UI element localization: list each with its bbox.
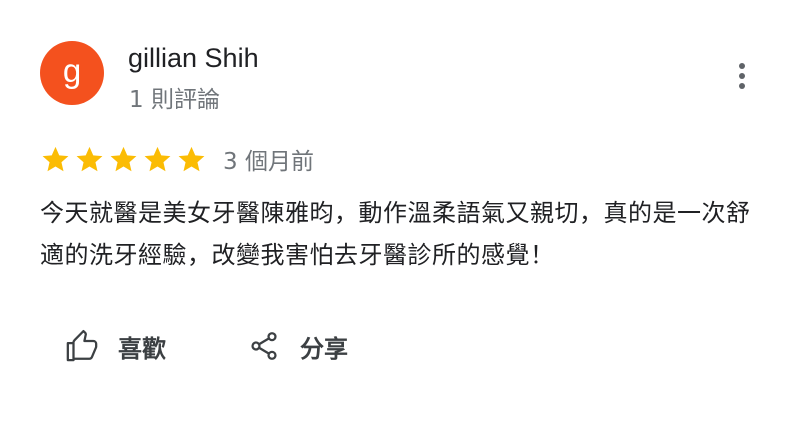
star-icon: [144, 146, 171, 171]
star-icon: [110, 146, 137, 171]
review-date: 3 個月前: [223, 149, 314, 175]
like-button[interactable]: 喜歡: [64, 326, 166, 366]
review-card: g gillian Shih 1 則評論 3 個月前 今天就醫是美女牙醫陳雅昀，…: [0, 0, 802, 428]
avatar-letter: g: [62, 51, 82, 89]
share-icon: [246, 328, 282, 364]
reviewer-name[interactable]: gillian Shih: [128, 43, 259, 74]
rating-row: 3 個月前: [40, 142, 314, 176]
share-button[interactable]: 分享: [246, 326, 348, 366]
more-options-button[interactable]: [724, 58, 760, 94]
like-label: 喜歡: [118, 334, 166, 363]
star-icon: [178, 146, 205, 171]
share-label: 分享: [300, 334, 348, 363]
star-icon: [42, 146, 69, 171]
avatar[interactable]: g: [40, 41, 104, 105]
star-icon: [76, 146, 103, 171]
thumb-up-icon: [64, 328, 100, 364]
more-vert-icon: [739, 63, 745, 89]
review-text: 今天就醫是美女牙醫陳雅昀，動作溫柔語氣又親切，真的是一次舒適的洗牙經驗，改變我害…: [40, 199, 751, 269]
reviewer-review-count[interactable]: 1 則評論: [129, 80, 220, 114]
star-rating: [40, 144, 210, 175]
